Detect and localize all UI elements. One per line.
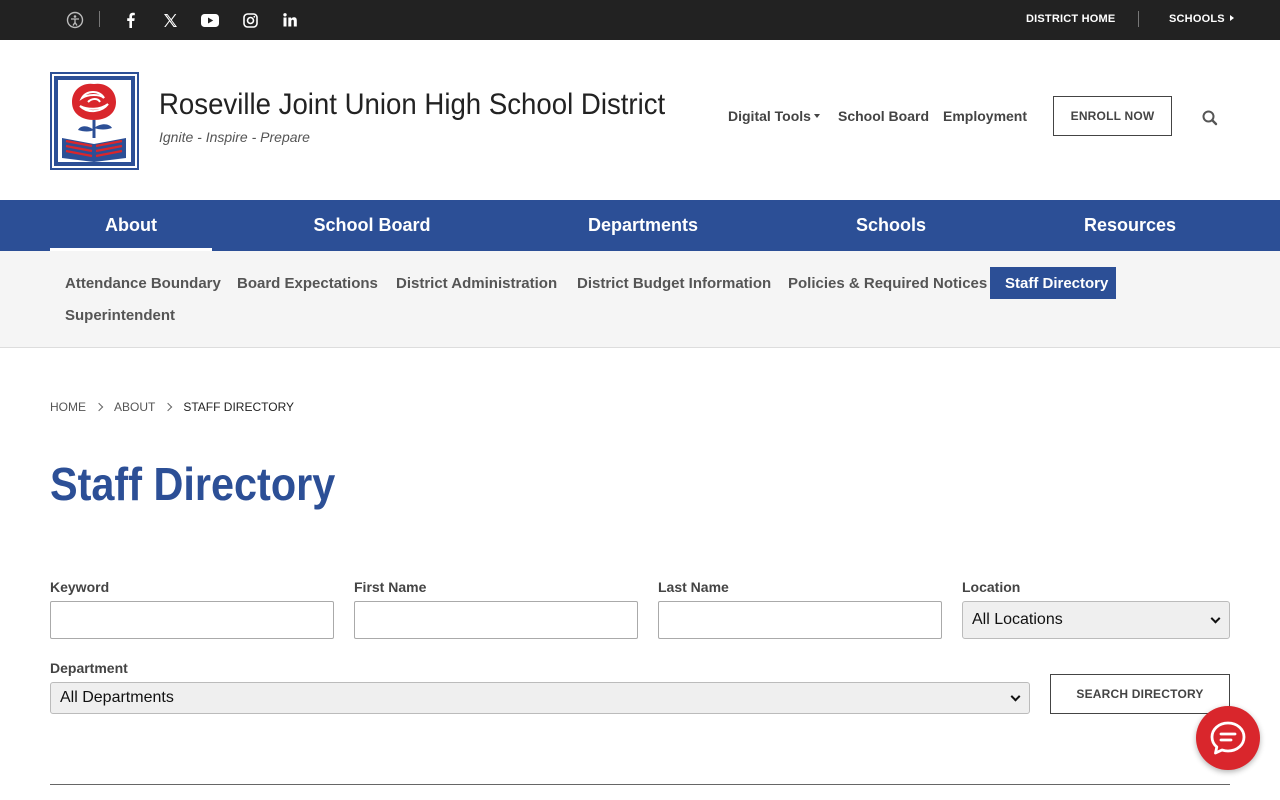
topbar-divider <box>99 11 100 27</box>
last-name-input[interactable] <box>658 601 942 639</box>
subnav-district-budget[interactable]: District Budget Information <box>562 267 786 299</box>
chevron-down-icon <box>1210 613 1221 624</box>
employment-link[interactable]: Employment <box>943 108 1027 124</box>
chevron-right-icon <box>164 402 173 412</box>
facebook-icon[interactable] <box>120 10 140 30</box>
youtube-icon[interactable] <box>200 10 220 30</box>
accessibility-icon[interactable] <box>65 10 85 30</box>
keyword-label: Keyword <box>50 579 110 595</box>
main-nav-schools[interactable]: Schools <box>830 200 952 251</box>
site-tagline: Ignite - Inspire - Prepare <box>159 129 310 145</box>
top-utility-bar: DISTRICT HOME SCHOOLS <box>0 0 1280 40</box>
breadcrumb: HOME ABOUT STAFF DIRECTORY <box>50 400 294 414</box>
chevron-down-icon <box>1010 691 1021 702</box>
digital-tools-label: Digital Tools <box>728 108 811 124</box>
sub-navigation: Attendance Boundary Board Expectations D… <box>0 251 1280 348</box>
subnav-attendance-boundary[interactable]: Attendance Boundary <box>50 267 236 299</box>
main-navigation: About School Board Departments Schools R… <box>0 200 1280 251</box>
main-nav-school-board[interactable]: School Board <box>290 200 454 251</box>
subnav-superintendent[interactable]: Superintendent <box>50 299 190 331</box>
chevron-right-icon <box>94 402 104 412</box>
department-label: Department <box>50 660 128 676</box>
district-logo[interactable] <box>50 72 139 170</box>
department-select[interactable]: All Departments <box>50 682 1030 714</box>
breadcrumb-home[interactable]: HOME <box>50 400 86 414</box>
department-selected-value: All Departments <box>60 689 174 706</box>
schools-label: SCHOOLS <box>1169 13 1225 25</box>
location-label: Location <box>962 579 1021 595</box>
subnav-district-administration[interactable]: District Administration <box>381 267 572 299</box>
keyword-input[interactable] <box>50 601 334 639</box>
breadcrumb-about[interactable]: ABOUT <box>114 400 155 414</box>
school-board-header-link[interactable]: School Board <box>838 108 929 124</box>
location-selected-value: All Locations <box>972 611 1063 628</box>
main-nav-about[interactable]: About <box>50 200 212 251</box>
subnav-policies-notices[interactable]: Policies & Required Notices <box>773 267 1002 299</box>
linkedin-icon[interactable] <box>280 10 300 30</box>
breadcrumb-current: STAFF DIRECTORY <box>183 400 295 414</box>
search-icon[interactable] <box>1201 109 1219 127</box>
topbar-divider <box>1138 11 1139 27</box>
first-name-input[interactable] <box>354 601 638 639</box>
main-nav-departments[interactable]: Departments <box>562 200 724 251</box>
chat-bubble-icon <box>1210 721 1246 755</box>
search-directory-button[interactable]: SEARCH DIRECTORY <box>1050 674 1230 714</box>
main-nav-resources[interactable]: Resources <box>1066 200 1194 251</box>
subnav-board-expectations[interactable]: Board Expectations <box>222 267 393 299</box>
x-twitter-icon[interactable] <box>160 10 180 30</box>
site-title[interactable]: Roseville Joint Union High School Distri… <box>159 88 665 122</box>
schools-menu-link[interactable]: SCHOOLS <box>1169 13 1234 25</box>
location-select[interactable]: All Locations <box>962 601 1230 639</box>
subnav-staff-directory[interactable]: Staff Directory <box>990 267 1116 299</box>
instagram-icon[interactable] <box>240 10 260 30</box>
last-name-label: Last Name <box>658 579 729 595</box>
district-home-link[interactable]: DISTRICT HOME <box>1026 13 1115 25</box>
first-name-label: First Name <box>354 579 427 595</box>
caret-right-icon <box>1229 15 1234 21</box>
enroll-now-button[interactable]: ENROLL NOW <box>1053 96 1172 136</box>
caret-down-icon <box>813 114 820 118</box>
digital-tools-menu[interactable]: Digital Tools <box>728 108 820 124</box>
section-divider <box>50 784 1230 785</box>
chat-button[interactable] <box>1196 706 1260 770</box>
page-title: Staff Directory <box>50 458 336 510</box>
